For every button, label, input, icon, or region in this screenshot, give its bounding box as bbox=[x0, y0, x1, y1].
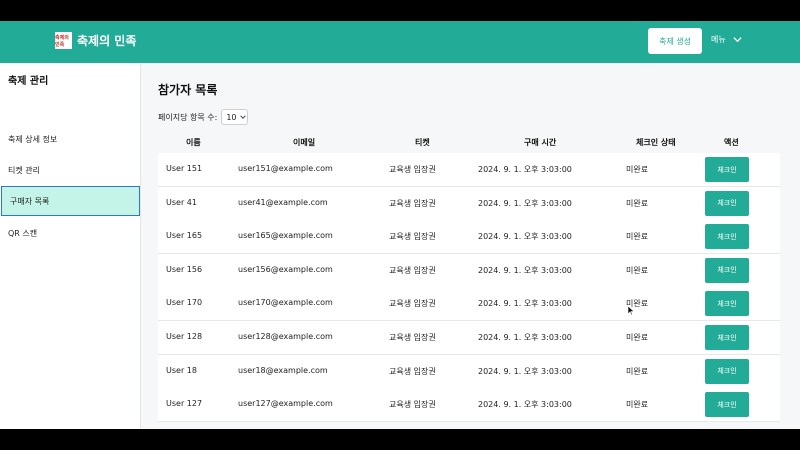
logo: 축제의민족 bbox=[55, 32, 72, 49]
table-row: User 165 user165@example.com 교육생 입장권 2024. … bbox=[158, 220, 780, 255]
checkin-button[interactable]: 체크인 bbox=[705, 224, 749, 250]
cell-ticket: 교육생 입장권 bbox=[389, 400, 436, 410]
checkin-button[interactable]: 체크인 bbox=[705, 257, 749, 283]
sidebar-item-label: 축제 상세 정보 bbox=[8, 134, 58, 144]
table-row: User 128 user128@example.com 교육생 입장권 2024. … bbox=[158, 321, 780, 355]
cell-name: User 41 bbox=[166, 197, 197, 207]
sidebar-item-label: 구매자 목록 bbox=[10, 196, 50, 206]
table-row: User 127 user127@example.com 교육생 입장권 2024. … bbox=[158, 388, 780, 423]
cell-purchase-time: 2024. 9. 1. 오후 3:03:00 bbox=[478, 400, 572, 410]
cell-email: user156@example.com bbox=[238, 264, 333, 274]
sidebar-item-festival-details[interactable]: 축제 상세 정보 bbox=[0, 124, 140, 154]
table-row: User 170 user170@example.com 교육생 입장권 2024. … bbox=[158, 287, 780, 322]
cell-purchase-time: 2024. 9. 1. 오후 3:03:00 bbox=[478, 232, 572, 242]
per-page-value: 10 bbox=[226, 112, 237, 122]
cell-name: User 18 bbox=[166, 365, 197, 375]
sidebar-item-ticket-management[interactable]: 티켓 관리 bbox=[0, 155, 140, 185]
checkin-button[interactable]: 체크인 bbox=[705, 392, 749, 418]
checkin-button[interactable]: 체크인 bbox=[705, 291, 749, 317]
chevron-down-icon bbox=[733, 37, 742, 43]
checkin-button[interactable]: 체크인 bbox=[705, 157, 749, 182]
cell-email: user165@example.com bbox=[238, 231, 333, 241]
top-nav-bar: 축제의민족 축제의 민족 축제 생성 메뉴 bbox=[0, 21, 800, 63]
sidebar-item-label: 티켓 관리 bbox=[8, 165, 40, 175]
logo-text: 축제의민족 bbox=[55, 34, 69, 48]
mouse-pointer-icon bbox=[628, 306, 634, 315]
per-page-control: 페이지당 항목 수: 10 bbox=[158, 109, 249, 125]
sidebar-item-label: QR 스캔 bbox=[8, 228, 38, 238]
chevron-down-icon bbox=[239, 115, 246, 119]
cell-email: user127@example.com bbox=[238, 399, 333, 409]
cell-purchase-time: 2024. 9. 1. 오후 3:03:00 bbox=[478, 265, 572, 275]
column-header-purchase-time: 구매 시간 bbox=[524, 138, 557, 147]
main-content: 참가자 목록 페이지당 항목 수: 10 이름 이메일 티켓 구매 시간 체크인… bbox=[141, 63, 800, 429]
cell-checkin-status: 미완료 bbox=[626, 165, 649, 174]
page-title: 참가자 목록 bbox=[158, 83, 218, 97]
cell-name: User 156 bbox=[166, 264, 203, 274]
sidebar-title: 축제 관리 bbox=[8, 76, 49, 87]
column-header-action: 액션 bbox=[724, 138, 739, 147]
cell-ticket: 교육생 입장권 bbox=[389, 299, 436, 309]
cell-name: User 170 bbox=[166, 298, 203, 308]
cell-purchase-time: 2024. 9. 1. 오후 3:03:00 bbox=[478, 366, 572, 376]
cell-email: user170@example.com bbox=[238, 298, 333, 308]
cell-checkin-status: 미완료 bbox=[626, 333, 649, 342]
table-row: User 18 user18@example.com 교육생 입장권 2024. 9.… bbox=[158, 354, 780, 389]
checkin-button[interactable]: 체크인 bbox=[705, 325, 749, 350]
checkin-button[interactable]: 체크인 bbox=[705, 190, 749, 216]
cell-ticket: 교육생 입장권 bbox=[389, 265, 436, 275]
cell-name: User 128 bbox=[166, 332, 203, 341]
cell-email: user151@example.com bbox=[238, 164, 333, 173]
cell-purchase-time: 2024. 9. 1. 오후 3:03:00 bbox=[478, 333, 572, 342]
cell-ticket: 교육생 입장권 bbox=[389, 232, 436, 242]
column-header-name: 이름 bbox=[186, 138, 201, 147]
cell-checkin-status: 미완료 bbox=[626, 366, 649, 376]
cell-ticket: 교육생 입장권 bbox=[389, 198, 436, 208]
sidebar-item-qr-scan[interactable]: QR 스캔 bbox=[0, 218, 140, 248]
brand-name: 축제의 민족 bbox=[77, 34, 137, 48]
cell-purchase-time: 2024. 9. 1. 오후 3:03:00 bbox=[478, 198, 572, 208]
cell-checkin-status: 미완료 bbox=[626, 232, 649, 242]
cell-checkin-status: 미완료 bbox=[626, 265, 649, 275]
create-festival-button[interactable]: 축제 생성 bbox=[648, 28, 702, 54]
app-window: 축제의민족 축제의 민족 축제 생성 메뉴 축제 관리 축제 상세 정보 티켓 … bbox=[0, 21, 800, 429]
cell-purchase-time: 2024. 9. 1. 오후 3:03:00 bbox=[478, 165, 572, 174]
per-page-select[interactable]: 10 bbox=[221, 109, 249, 125]
menu-label: 메뉴 bbox=[711, 35, 726, 44]
cell-name: User 165 bbox=[166, 231, 203, 241]
cell-email: user128@example.com bbox=[238, 332, 333, 341]
sidebar: 축제 관리 축제 상세 정보 티켓 관리 구매자 목록 QR 스캔 bbox=[0, 63, 141, 429]
per-page-label: 페이지당 항목 수: bbox=[158, 112, 218, 122]
table-row: User 41 user41@example.com 교육생 입장권 2024. 9.… bbox=[158, 186, 780, 221]
cell-ticket: 교육생 입장권 bbox=[389, 333, 436, 342]
cell-email: user18@example.com bbox=[238, 365, 328, 375]
column-header-checkin-status: 체크인 상태 bbox=[636, 138, 676, 147]
cell-purchase-time: 2024. 9. 1. 오후 3:03:00 bbox=[478, 299, 572, 309]
cell-email: user41@example.com bbox=[238, 197, 328, 207]
menu-dropdown[interactable]: 메뉴 bbox=[711, 34, 742, 45]
table-row: User 156 user156@example.com 교육생 입장권 2024. … bbox=[158, 253, 780, 288]
cell-name: User 127 bbox=[166, 399, 203, 409]
column-header-email: 이메일 bbox=[293, 138, 316, 147]
cell-ticket: 교육생 입장권 bbox=[389, 366, 436, 376]
cell-ticket: 교육생 입장권 bbox=[389, 165, 436, 174]
column-header-ticket: 티켓 bbox=[415, 138, 430, 147]
cell-checkin-status: 미완료 bbox=[626, 198, 649, 208]
cell-checkin-status: 미완료 bbox=[626, 400, 649, 410]
checkin-button[interactable]: 체크인 bbox=[705, 358, 749, 384]
table-header: 이름 이메일 티켓 구매 시간 체크인 상태 액션 bbox=[158, 131, 780, 153]
sidebar-item-buyer-list[interactable]: 구매자 목록 bbox=[1, 186, 140, 216]
table-row: User 151 user151@example.com 교육생 입장권 2024. … bbox=[158, 153, 780, 187]
brand[interactable]: 축제의민족 축제의 민족 bbox=[55, 32, 136, 49]
bottom-bar bbox=[0, 429, 800, 450]
cell-name: User 151 bbox=[166, 164, 203, 173]
